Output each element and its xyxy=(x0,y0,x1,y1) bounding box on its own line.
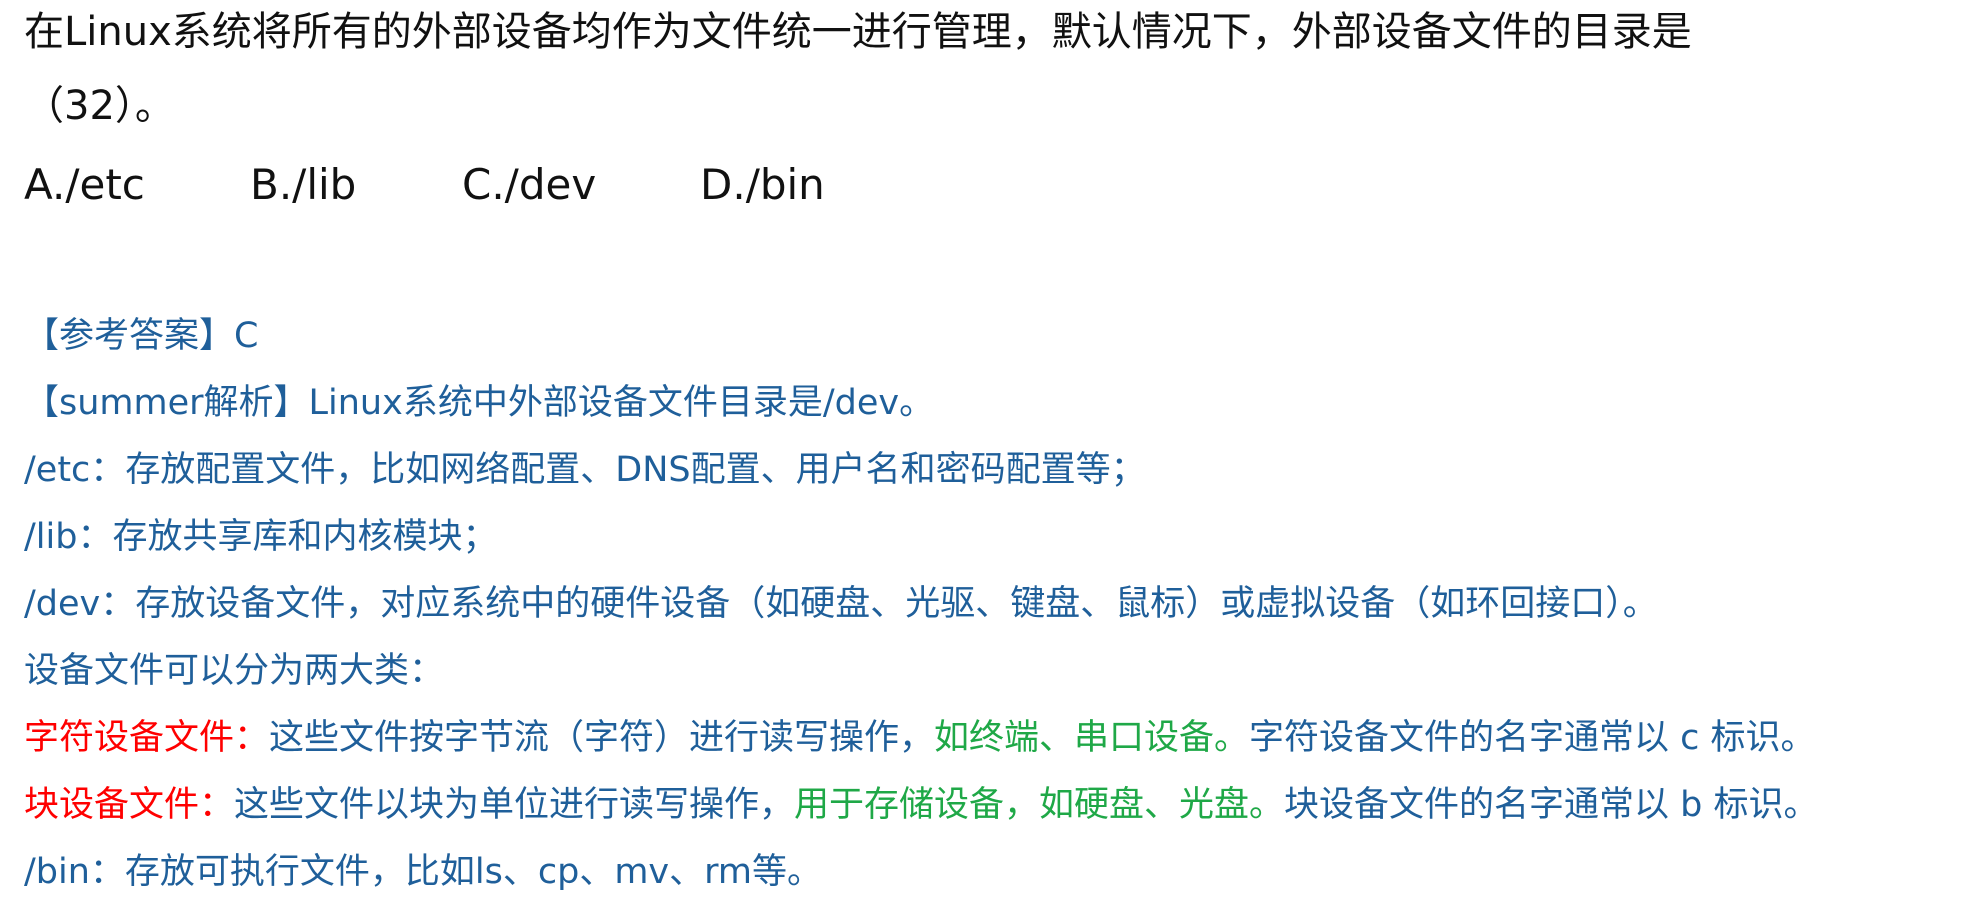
document-page: 在Linux系统将所有的外部设备均作为文件统一进行管理，默认情况下，外部设备文件… xyxy=(0,0,1968,905)
char-device-label: 字符设备文件： xyxy=(24,718,270,758)
device-categories-heading: 设备文件可以分为两大类： xyxy=(24,651,445,691)
reference-answer: 【参考答案】C xyxy=(24,316,259,356)
option-d: D./bin xyxy=(700,160,825,209)
block-device-text-a: 这些文件以块为单位进行读写操作， xyxy=(234,785,795,825)
char-device-text-b: 字符设备文件的名字通常以 c 标识。 xyxy=(1249,718,1816,758)
option-c: C./dev xyxy=(462,160,597,209)
block-device-text-b: 块设备文件的名字通常以 b 标识。 xyxy=(1284,785,1819,825)
option-b: B./lib xyxy=(250,160,357,209)
char-device-text-a: 这些文件按字节流（字符）进行读写操作， xyxy=(269,718,935,758)
char-device-line: 字符设备文件：这些文件按字节流（字符）进行读写操作，如终端、串口设备。字符设备文… xyxy=(24,712,1816,764)
etc-description: /etc：存放配置文件，比如网络配置、DNS配置、用户名和密码配置等； xyxy=(24,450,1146,490)
question-line-1: 在Linux系统将所有的外部设备均作为文件统一进行管理，默认情况下，外部设备文件… xyxy=(24,9,1692,55)
block-device-label: 块设备文件： xyxy=(24,785,235,825)
block-device-line: 块设备文件：这些文件以块为单位进行读写操作，用于存储设备，如硬盘、光盘。块设备文… xyxy=(24,779,1819,831)
question-line-2: （32）。 xyxy=(24,83,175,129)
lib-description: /lib：存放共享库和内核模块； xyxy=(24,517,498,557)
dev-description: /dev：存放设备文件，对应系统中的硬件设备（如硬盘、光驱、键盘、鼠标）或虚拟设… xyxy=(24,584,1658,624)
char-device-examples: 如终端、串口设备。 xyxy=(934,718,1250,758)
block-device-examples: 用于存储设备，如硬盘、光盘。 xyxy=(794,785,1285,825)
analysis-heading: 【summer解析】Linux系统中外部设备文件目录是/dev。 xyxy=(24,383,935,423)
bin-description: /bin：存放可执行文件，比如ls、cp、mv、rm等。 xyxy=(24,852,823,892)
option-a: A./etc xyxy=(24,160,145,209)
